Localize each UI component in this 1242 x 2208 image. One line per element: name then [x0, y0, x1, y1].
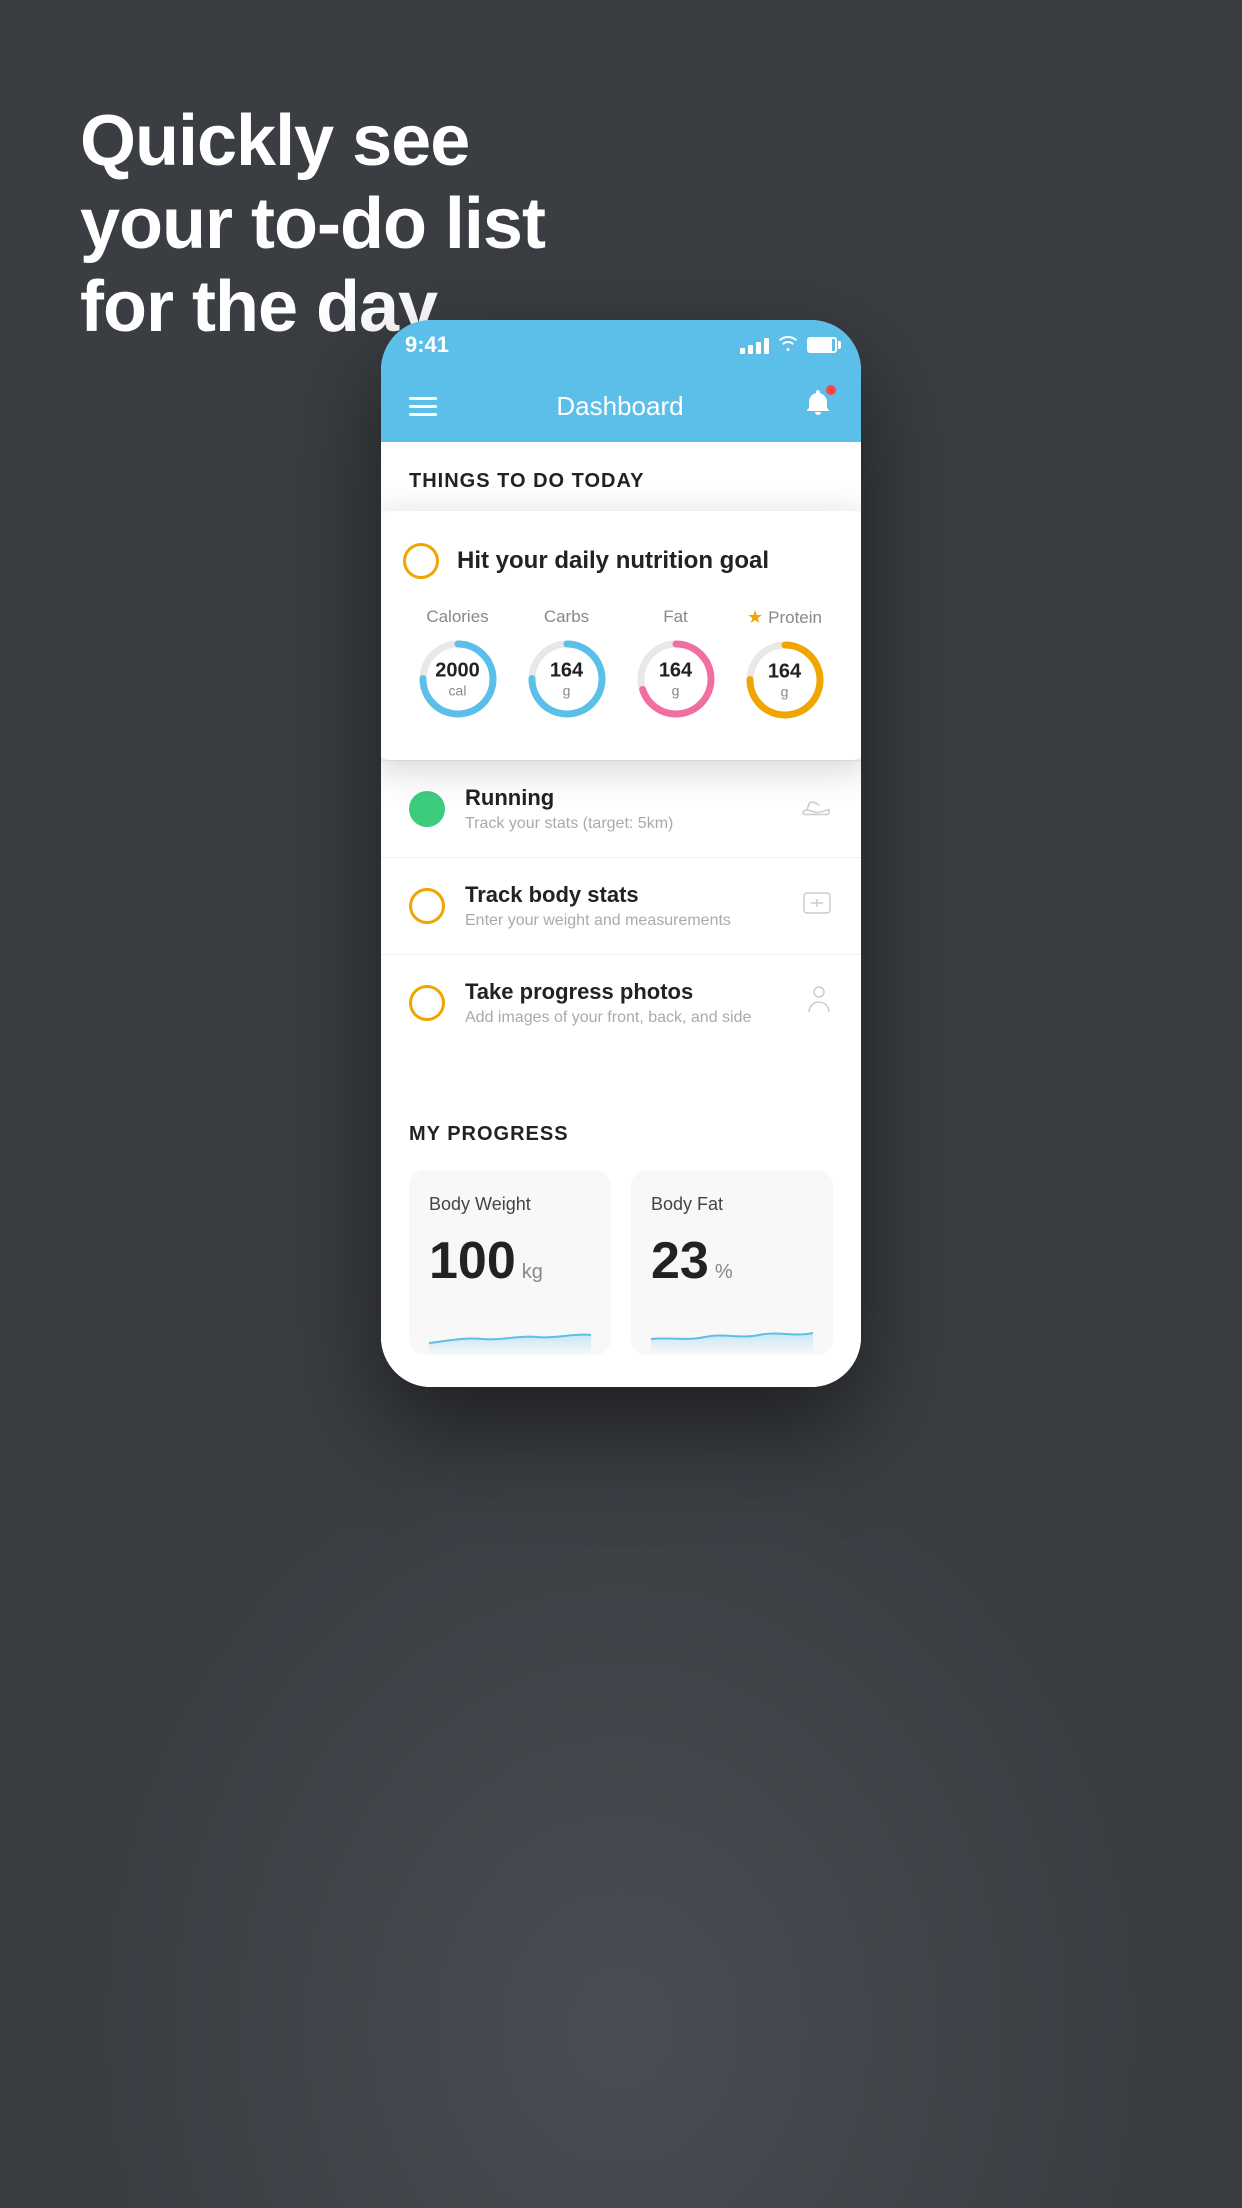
nutrition-protein: ★ Protein 164 g — [741, 607, 829, 724]
nutrition-fat: Fat 164 g — [632, 607, 720, 723]
fat-value: 164 — [659, 659, 692, 683]
scale-icon — [801, 889, 833, 924]
nutrition-calories: Calories 2000 cal — [414, 607, 502, 723]
nutrition-card[interactable]: Hit your daily nutrition goal Calories — [381, 511, 861, 760]
phone-wrapper: 9:41 — [381, 320, 861, 2100]
nutrition-card-title: Hit your daily nutrition goal — [457, 547, 769, 575]
section-title: THINGS TO DO TODAY — [381, 442, 861, 511]
carbs-value: 164 — [550, 659, 583, 683]
wifi-icon — [777, 334, 799, 357]
battery-icon — [807, 337, 837, 353]
todo-circle-progress-photos — [409, 985, 445, 1021]
todo-title-running: Running — [465, 785, 801, 811]
todo-title-progress-photos: Take progress photos — [465, 979, 805, 1005]
body-weight-label: Body Weight — [429, 1194, 591, 1215]
todo-subtitle-progress-photos: Add images of your front, back, and side — [465, 1009, 805, 1027]
progress-section: MY PROGRESS Body Weight 100 kg — [381, 1091, 861, 1387]
calories-ring: 2000 cal — [414, 635, 502, 723]
carbs-unit: g — [550, 683, 583, 700]
signal-bars-icon — [740, 336, 769, 354]
notification-dot — [826, 385, 836, 395]
notification-bell-icon[interactable] — [803, 388, 833, 425]
carbs-label: Carbs — [544, 607, 589, 627]
calories-unit: cal — [435, 683, 480, 700]
progress-cards: Body Weight 100 kg — [409, 1170, 833, 1355]
todo-item-progress-photos[interactable]: Take progress photos Add images of your … — [381, 954, 861, 1051]
phone-frame: 9:41 — [381, 320, 861, 1387]
todo-circle-running — [409, 791, 445, 827]
body-weight-value: 100 — [429, 1231, 516, 1291]
fat-unit: g — [659, 683, 692, 700]
content-area: THINGS TO DO TODAY Hit your daily nutrit… — [381, 442, 861, 1387]
progress-section-title: MY PROGRESS — [409, 1123, 833, 1146]
todo-text-running: Running Track your stats (target: 5km) — [465, 785, 801, 833]
protein-label: ★ Protein — [747, 607, 822, 628]
fat-label: Fat — [663, 607, 688, 627]
nutrition-card-header: Hit your daily nutrition goal — [403, 543, 839, 579]
body-weight-value-row: 100 kg — [429, 1231, 591, 1291]
status-bar: 9:41 — [381, 320, 861, 370]
body-weight-chart — [429, 1307, 591, 1355]
carbs-ring: 164 g — [523, 635, 611, 723]
fat-ring: 164 g — [632, 635, 720, 723]
body-fat-value-row: 23 % — [651, 1231, 813, 1291]
todo-title-body-stats: Track body stats — [465, 882, 801, 908]
status-icons — [740, 334, 837, 357]
todo-item-body-stats[interactable]: Track body stats Enter your weight and m… — [381, 857, 861, 954]
status-time: 9:41 — [405, 332, 449, 358]
nutrition-carbs: Carbs 164 g — [523, 607, 611, 723]
protein-unit: g — [768, 684, 801, 701]
app-header: Dashboard — [381, 370, 861, 442]
todo-text-body-stats: Track body stats Enter your weight and m… — [465, 882, 801, 930]
calories-value: 2000 — [435, 659, 480, 683]
headline: Quickly see your to-do list for the day. — [80, 100, 545, 348]
nutrition-circles: Calories 2000 cal — [403, 607, 839, 724]
body-fat-value: 23 — [651, 1231, 709, 1291]
todo-circle-body-stats — [409, 888, 445, 924]
protein-value: 164 — [768, 660, 801, 684]
todo-circle-nutrition — [403, 543, 439, 579]
star-icon: ★ — [747, 607, 763, 628]
header-title: Dashboard — [556, 391, 683, 422]
calories-label: Calories — [426, 607, 488, 627]
progress-card-weight[interactable]: Body Weight 100 kg — [409, 1170, 611, 1355]
protein-ring: 164 g — [741, 636, 829, 724]
todo-subtitle-body-stats: Enter your weight and measurements — [465, 912, 801, 930]
body-fat-label: Body Fat — [651, 1194, 813, 1215]
todo-text-progress-photos: Take progress photos Add images of your … — [465, 979, 805, 1027]
shoe-icon — [801, 794, 833, 825]
todo-item-running[interactable]: Running Track your stats (target: 5km) — [381, 760, 861, 857]
body-fat-unit: % — [715, 1261, 733, 1284]
person-icon — [805, 984, 833, 1023]
body-weight-unit: kg — [522, 1261, 543, 1284]
progress-card-fat[interactable]: Body Fat 23 % — [631, 1170, 833, 1355]
todo-list: Running Track your stats (target: 5km) — [381, 760, 861, 1051]
body-fat-chart — [651, 1307, 813, 1355]
todo-subtitle-running: Track your stats (target: 5km) — [465, 815, 801, 833]
hamburger-menu-icon[interactable] — [409, 397, 437, 416]
